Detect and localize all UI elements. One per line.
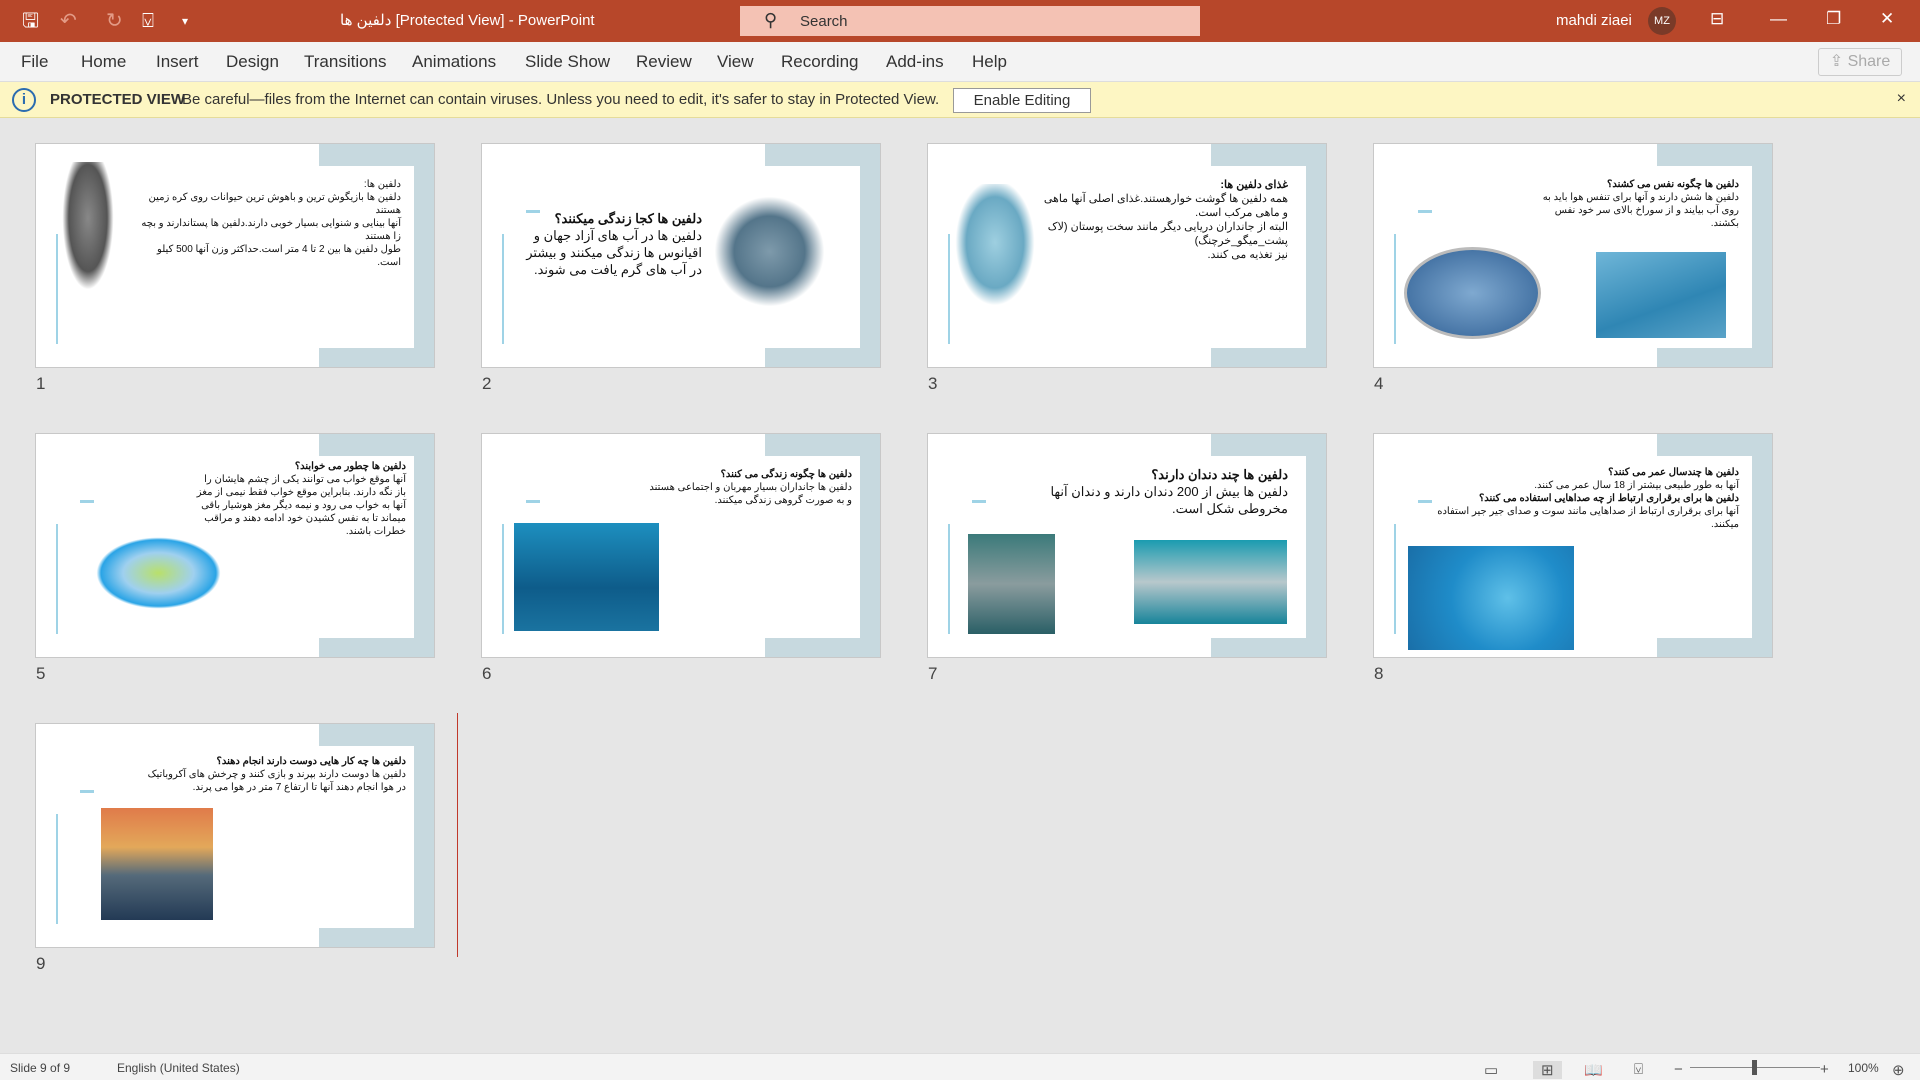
language-indicator[interactable]: English (United States) (117, 1061, 240, 1075)
redo-icon[interactable]: ↻ (106, 9, 123, 33)
tab-recording[interactable]: Recording (781, 52, 859, 72)
close-bar-icon[interactable]: × (1897, 90, 1906, 108)
slide-thumbnail-3[interactable]: غذای دلفین ها: همه دلفین ها گوشت خوارهستن… (927, 143, 1327, 368)
dolphin-image (58, 162, 118, 302)
slide-text: دلفین ها: دلفین ها بازیگوش ترین و باهوش ت… (141, 179, 401, 268)
tab-review[interactable]: Review (636, 52, 692, 72)
protected-view-label: PROTECTED VIEW (50, 91, 186, 108)
tab-transitions[interactable]: Transitions (304, 52, 387, 72)
close-icon[interactable]: ✕ (1880, 9, 1894, 29)
info-shield-icon: i (12, 88, 36, 112)
slide-text: دلفین ها چند دندان دارند؟ دلفین ها بیش از… (1050, 467, 1288, 516)
cartoon-dolphin-image (950, 184, 1040, 314)
slide-number: 5 (36, 664, 46, 683)
slide-text: دلفین ها چگونه نفس می کشند؟ دلفین ها شش د… (1542, 179, 1739, 229)
slide-text: دلفین ها چگونه زندگی می کنند؟ دلفین ها جا… (649, 469, 852, 506)
slide-sorter-icon[interactable]: ⊞ (1533, 1061, 1562, 1079)
slide-thumbnail-5[interactable]: دلفین ها چطور می خوابند؟ آنها موقع خواب م… (35, 433, 435, 658)
title-bar: 🖫 ↶ ↻ ⍌ ▾ دلفین ها [Protected View] - Po… (0, 0, 1920, 42)
tab-insert[interactable]: Insert (156, 52, 199, 72)
zoom-slider-thumb[interactable] (1752, 1060, 1757, 1075)
protected-view-message: Be careful—files from the Internet can c… (182, 91, 940, 108)
dolphin-image (707, 189, 832, 314)
status-bar: Slide 9 of 9 English (United States) ▭ ⊞… (0, 1053, 1920, 1080)
reading-view-icon[interactable]: 📖 (1584, 1061, 1603, 1079)
zoom-in-icon[interactable]: + (1820, 1061, 1829, 1078)
slide-number: 7 (928, 664, 938, 683)
ribbon-display-icon[interactable]: ⊟ (1710, 9, 1724, 29)
slide-thumbnail-1[interactable]: دلفین ها: دلفین ها بازیگوش ترین و باهوش ت… (35, 143, 435, 368)
tab-home[interactable]: Home (81, 52, 126, 72)
slide-thumbnail-2[interactable]: دلفین ها کجا زندگی میکنند؟ دلفین ها در آب… (481, 143, 881, 368)
minimize-icon[interactable]: — (1770, 9, 1787, 29)
jumping-dolphin-photo (101, 808, 213, 920)
zoom-level[interactable]: 100% (1848, 1061, 1879, 1075)
slide-number: 6 (482, 664, 492, 683)
slide-text: دلفین ها چندسال عمر می کنند؟ آنها به طور … (1437, 467, 1739, 530)
enable-editing-button[interactable]: Enable Editing (953, 88, 1091, 113)
tab-add-ins[interactable]: Add-ins (886, 52, 944, 72)
normal-view-icon[interactable]: ▭ (1484, 1061, 1498, 1079)
present-icon[interactable]: ⍌ (142, 9, 154, 33)
share-label: Share (1847, 53, 1891, 70)
slide-number: 1 (36, 374, 46, 393)
fit-to-window-icon[interactable]: ⊕ (1892, 1061, 1905, 1079)
slide-text: دلفین ها کجا زندگی میکنند؟ دلفین ها در آب… (526, 211, 702, 277)
slide-number: 8 (1374, 664, 1384, 683)
protected-view-bar: i PROTECTED VIEW Be careful—files from t… (0, 82, 1920, 118)
tab-help[interactable]: Help (972, 52, 1007, 72)
tab-animations[interactable]: Animations (412, 52, 496, 72)
dolphin-photo (968, 534, 1055, 634)
tab-file[interactable]: File (21, 52, 48, 72)
avatar[interactable]: MZ (1648, 7, 1676, 35)
zoom-out-icon[interactable]: − (1674, 1061, 1683, 1078)
ribbon-tabs: File Home Insert Design Transitions Anim… (0, 42, 1920, 82)
restore-icon[interactable]: ❐ (1826, 9, 1841, 29)
user-name[interactable]: mahdi ziaei (1556, 12, 1632, 29)
slide-number: 9 (36, 954, 46, 973)
dolphin-photo (1134, 540, 1287, 624)
dolphin-photo (1404, 247, 1541, 339)
tab-view[interactable]: View (717, 52, 754, 72)
slide-thumbnail-7[interactable]: دلفین ها چند دندان دارند؟ دلفین ها بیش از… (927, 433, 1327, 658)
slide-thumbnail-4[interactable]: دلفین ها چگونه نفس می کشند؟ دلفین ها شش د… (1373, 143, 1773, 368)
search-input[interactable]: ⚲ Search (740, 6, 1200, 36)
tab-design[interactable]: Design (226, 52, 279, 72)
dolphin-photo (1596, 252, 1726, 338)
slide-number: 2 (482, 374, 492, 393)
slide-counter: Slide 9 of 9 (10, 1061, 71, 1075)
slide-text: دلفین ها چطور می خوابند؟ آنها موقع خواب م… (196, 461, 406, 537)
slide-text: غذای دلفین ها: همه دلفین ها گوشت خوارهستن… (1043, 179, 1288, 261)
slide-text: دلفین ها چه کار هایی دوست دارند انجام ده… (147, 756, 406, 793)
slide-thumbnail-8[interactable]: دلفین ها چندسال عمر می کنند؟ آنها به طور … (1373, 433, 1773, 658)
insertion-marker (457, 713, 458, 957)
sleeping-dolphin-image (96, 537, 221, 609)
search-placeholder: Search (800, 13, 848, 30)
slide-number: 3 (928, 374, 938, 393)
slide-thumbnail-6[interactable]: دلفین ها چگونه زندگی می کنند؟ دلفین ها جا… (481, 433, 881, 658)
share-button[interactable]: ⇪ Share (1818, 48, 1902, 76)
slide-number: 4 (1374, 374, 1384, 393)
dolphin-photo (514, 523, 659, 631)
customize-toolbar-icon[interactable]: ▾ (182, 9, 188, 33)
slide-thumbnail-9[interactable]: دلفین ها چه کار هایی دوست دارند انجام ده… (35, 723, 435, 948)
tab-slide-show[interactable]: Slide Show (525, 52, 610, 72)
undo-icon[interactable]: ↶ (60, 9, 77, 33)
dolphin-photo (1408, 546, 1574, 650)
slideshow-icon[interactable]: ⍌ (1634, 1061, 1643, 1078)
document-title: دلفین ها [Protected View] - PowerPoint (340, 12, 595, 29)
save-icon[interactable]: 🖫 (22, 9, 39, 33)
search-icon: ⚲ (764, 10, 778, 30)
